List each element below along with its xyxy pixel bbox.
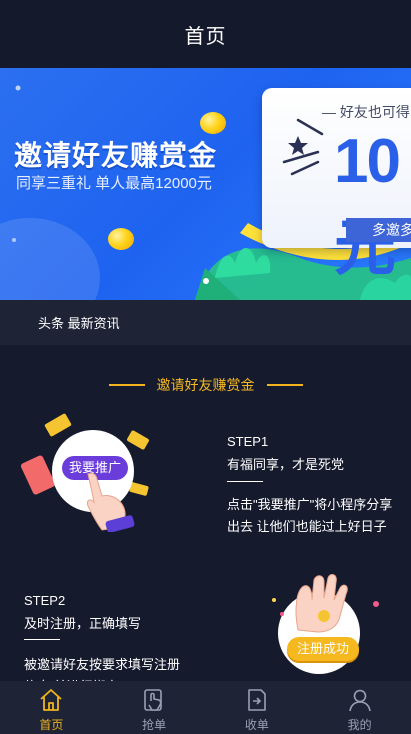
news-ticker[interactable]: 头条 最新资讯 [0,300,411,345]
pointing-hand-icon [87,472,135,532]
nav-header: 首页 [0,0,411,68]
step1-text: 点击"我要推广"将小程序分享出去 让他们也能过上好日子 [227,497,393,534]
card-invite-button[interactable]: 多邀多 [346,218,411,242]
tab-profile[interactable]: 我的 [308,681,411,734]
receive-order-icon [248,689,266,711]
banner-subtitle: 同享三重礼 单人最高12000元 [16,175,212,192]
step1-title: STEP1 [227,434,269,449]
tab-label: 抢单 [142,718,167,732]
coin-icon [200,112,226,134]
banner-title: 邀请好友赚赏金 [14,140,218,171]
tab-grab-order[interactable]: 抢单 [103,681,206,734]
section-header: 邀请好友赚赏金 [0,372,411,398]
page-title: 首页 [184,25,227,48]
tab-label: 我的 [347,718,372,732]
reward-card: — 好友也可得 10元 多邀多 [262,88,411,283]
burst-lines-icon [282,118,324,176]
tab-label: 收单 [244,718,269,732]
home-icon [40,689,62,711]
card-caption: — 好友也可得 [322,104,410,120]
step1-divider [227,481,263,482]
thumbs-hand-icon [272,574,379,633]
app-root: 首页 邀请好友赚赏金 同享三重礼 单人最高12000元 — 好友也可得 10元 … [0,0,411,734]
bottom-tab-bar: 首页 抢单 收单 我的 [0,681,411,734]
tab-receive-order[interactable]: 收单 [206,681,309,734]
step2-divider [24,639,60,640]
tab-label: 首页 [39,718,64,732]
user-icon [348,689,371,712]
register-success-badge: 注册成功 [287,637,359,661]
coin-icon [108,228,134,250]
news-label: 头条 最新资讯 [38,316,120,331]
tab-home[interactable]: 首页 [0,681,103,734]
card-amount: 10元 [334,127,401,283]
section-divider-right [266,384,303,386]
section-divider-left [108,384,145,386]
section-title: 邀请好友赚赏金 [156,377,255,393]
step1-subtitle: 有福同享，才是死党 [227,457,345,472]
step2-subtitle: 及时注册，正确填写 [24,616,142,631]
step2-title: STEP2 [24,593,66,608]
grab-order-icon [144,689,162,711]
promo-banner[interactable]: 邀请好友赚赏金 同享三重礼 单人最高12000元 — 好友也可得 10元 多邀多 [0,68,411,300]
